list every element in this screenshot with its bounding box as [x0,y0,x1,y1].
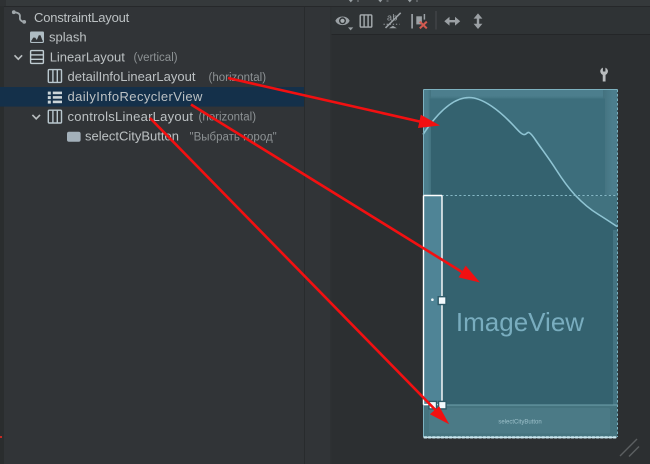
svg-text:"Выбрать город": "Выбрать город" [190,131,277,143]
svg-text:ImageView: ImageView [456,307,584,337]
svg-text:ConstraintLayout: ConstraintLayout [34,10,130,25]
svg-text:selectCityButton: selectCityButton [85,129,179,144]
svg-text:dailyInfoRecyclerView: dailyInfoRecyclerView [68,89,204,104]
svg-text:(vertical): (vertical) [134,52,178,64]
svg-text:(horizontal): (horizontal) [209,72,267,84]
svg-text:LinearLayout: LinearLayout [50,49,126,64]
svg-text:splash: splash [49,30,87,45]
svg-text:detailInfoLinearLayout: detailInfoLinearLayout [68,69,196,84]
svg-text:selectCityButton: selectCityButton [498,419,541,425]
svg-text:controlsLinearLayout: controlsLinearLayout [68,109,194,124]
